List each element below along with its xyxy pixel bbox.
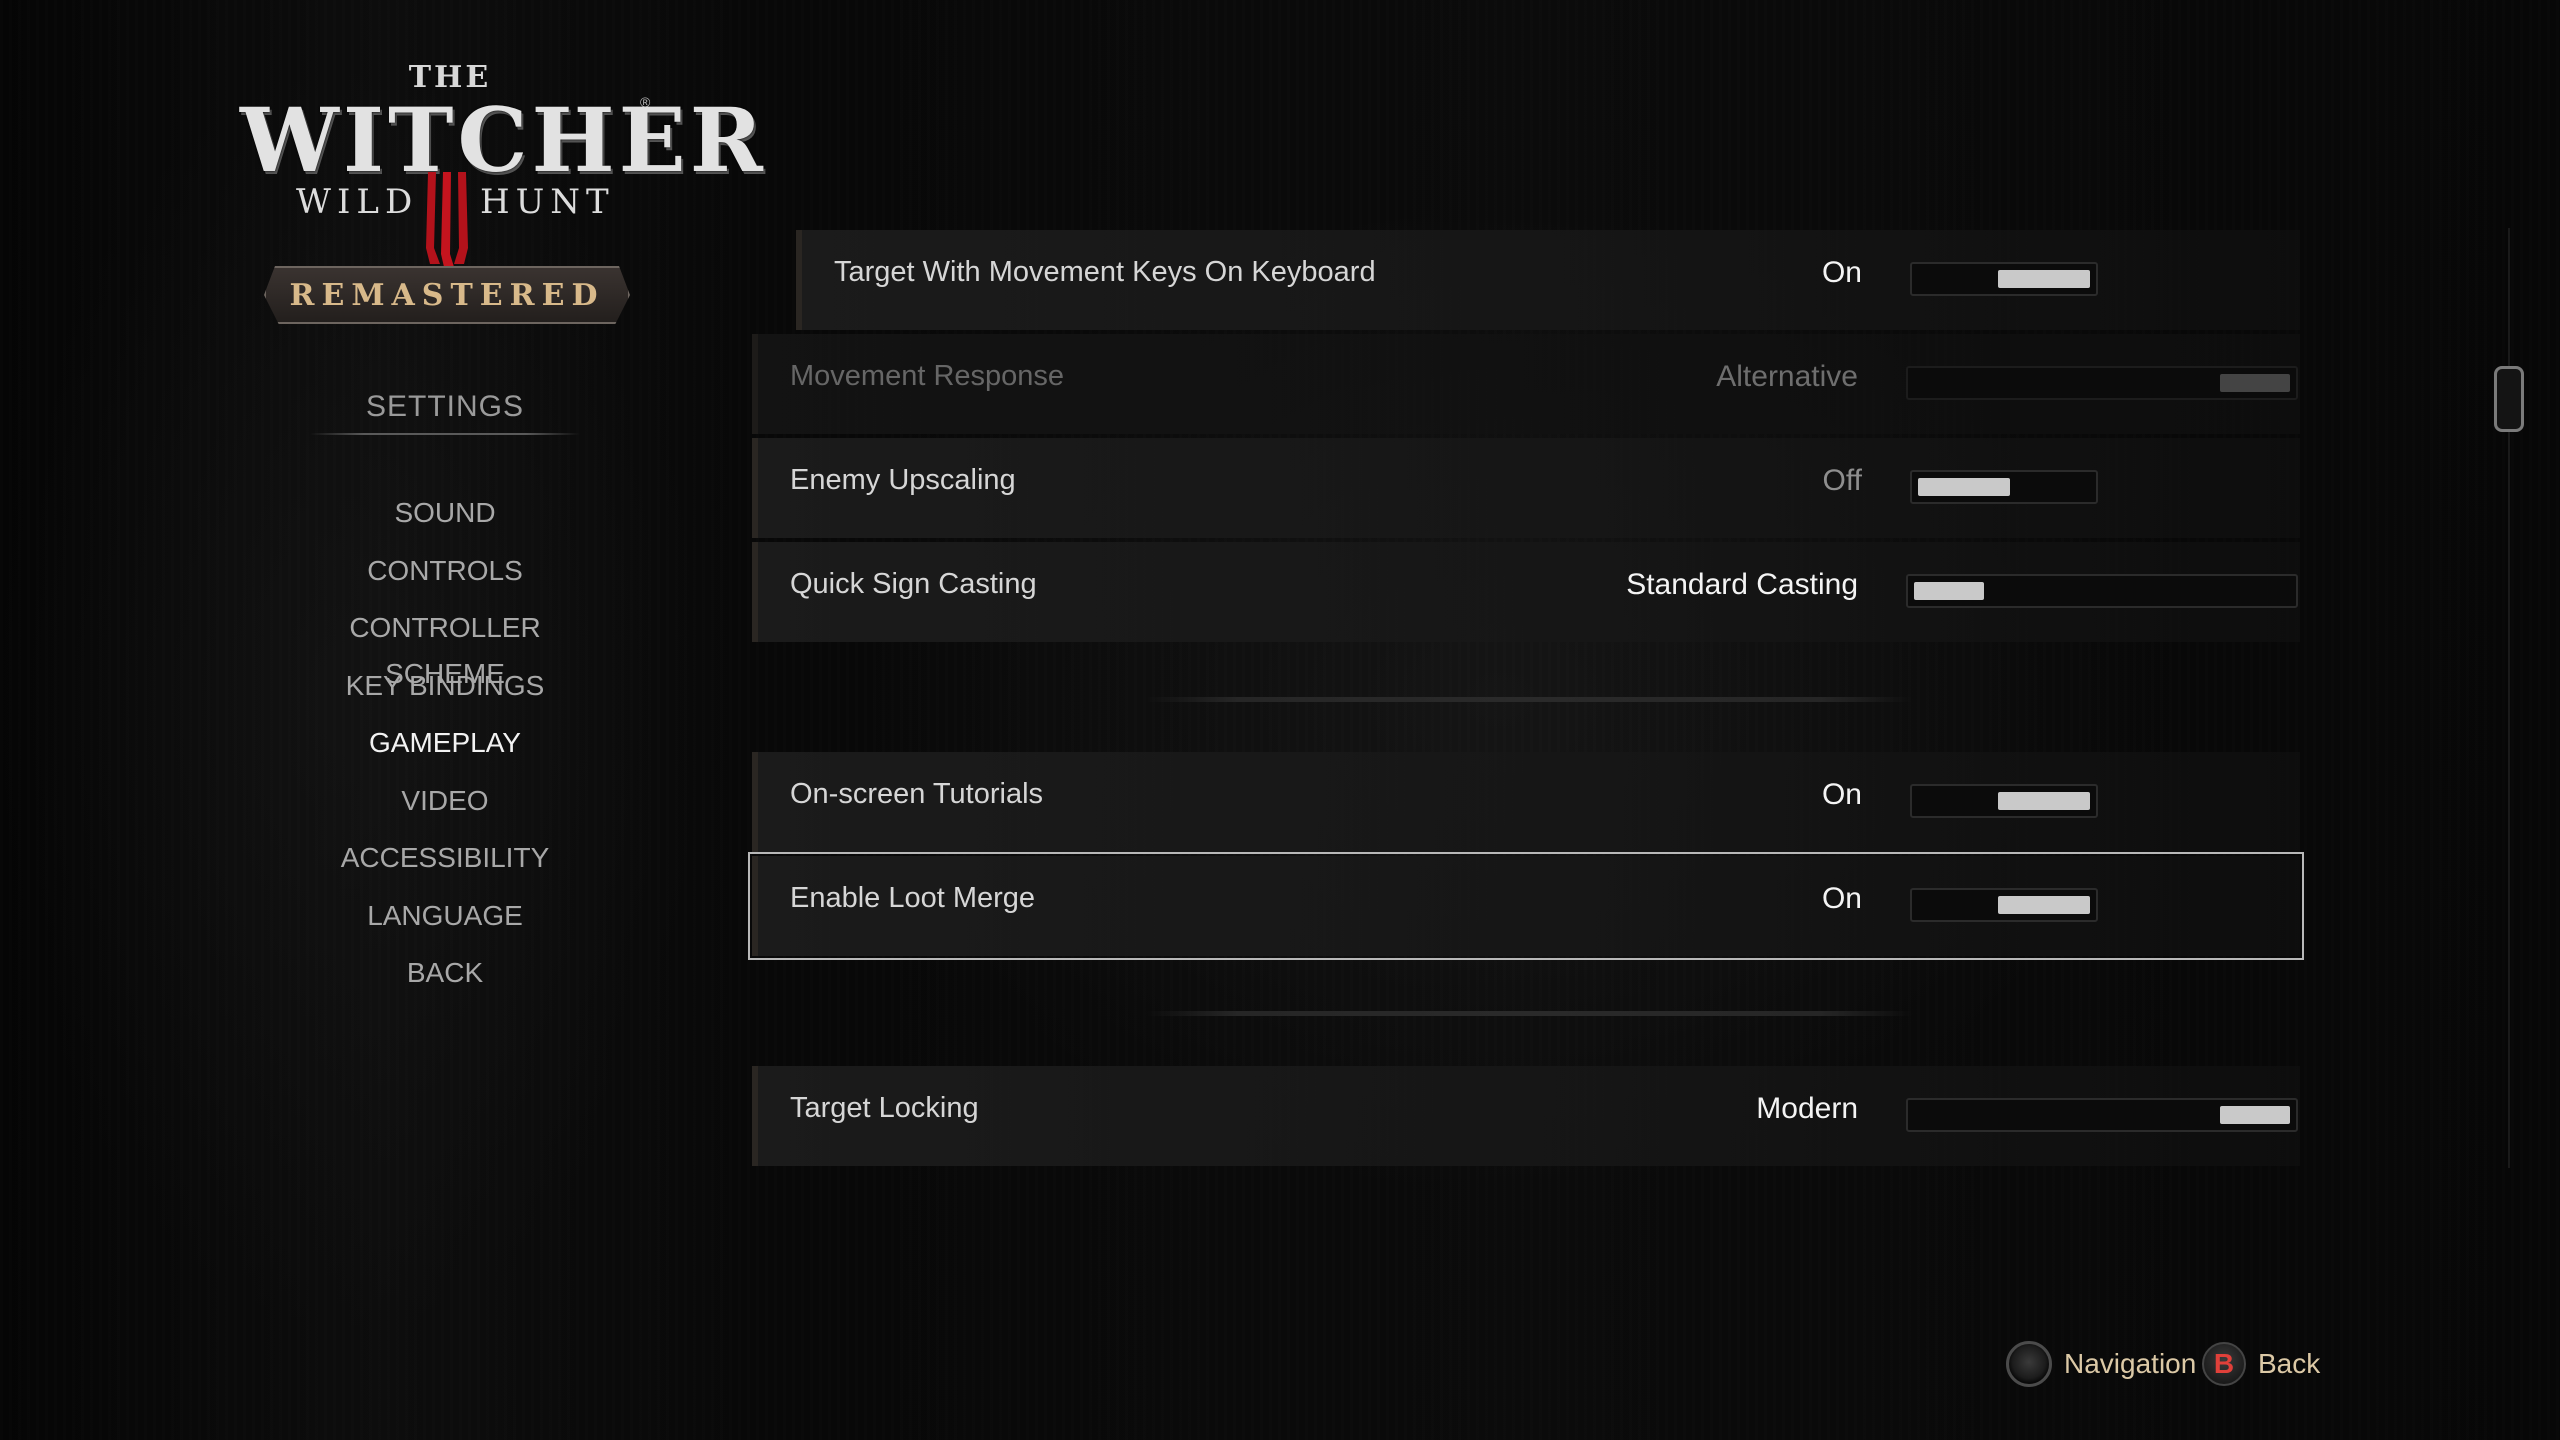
setting-toggle[interactable] [1910, 470, 2098, 504]
settings-screen: THE WITCHER ® WILD HUNT REMASTERED SETTI… [0, 0, 2560, 1440]
setting-label: On-screen Tutorials [790, 778, 1044, 810]
logo-wild: WILD [296, 182, 419, 222]
settings-menu: SOUND CONTROLS CONTROLLER SCHEME KEY BINDIN… [290, 490, 600, 1008]
left-stick-icon [2006, 1341, 2052, 1387]
menu-item-accessibility[interactable]: ACCESSIBILITY [290, 835, 600, 893]
menu-item-gameplay[interactable]: GAMEPLAY [290, 720, 600, 778]
setting-row-enable-loot-merge[interactable]: Enable Loot Merge On [748, 852, 2304, 960]
setting-toggle[interactable] [1910, 888, 2098, 922]
setting-row-target-locking[interactable]: Target Locking Modern [752, 1066, 2300, 1166]
slider-handle[interactable] [2220, 374, 2290, 392]
slider-handle[interactable] [1914, 582, 1984, 600]
logo-registered: ® [640, 94, 651, 110]
toggle-handle[interactable] [1998, 270, 2090, 288]
settings-title-underline [310, 433, 580, 435]
menu-item-video[interactable]: VIDEO [290, 778, 600, 836]
menu-item-sound[interactable]: SOUND [290, 490, 600, 548]
setting-value: Standard Casting [1626, 568, 1858, 601]
setting-slider[interactable] [1906, 1098, 2298, 1132]
menu-item-controller-scheme[interactable]: CONTROLLER SCHEME [290, 605, 600, 689]
logo-claw-mark-icon [426, 172, 468, 267]
setting-label: Movement Response [790, 360, 1065, 392]
setting-row-enemy-upscaling[interactable]: Enemy Upscaling Off [752, 438, 2300, 538]
setting-value: Off [1822, 464, 1862, 497]
toggle-handle[interactable] [1918, 478, 2010, 496]
setting-label: Target With Movement Keys On Keyboard [834, 256, 1376, 288]
setting-toggle[interactable] [1910, 784, 2098, 818]
settings-title: SETTINGS [365, 390, 524, 423]
back-hint-label: Back [2258, 1348, 2321, 1379]
toggle-handle[interactable] [1998, 792, 2090, 810]
setting-row-target-with-movement-keys-on-keyboard[interactable]: Target With Movement Keys On Keyboard On [796, 230, 2300, 330]
setting-label: Enemy Upscaling [790, 464, 1016, 496]
setting-slider[interactable] [1906, 366, 2298, 400]
setting-toggle[interactable] [1910, 262, 2098, 296]
b-button-icon: B [2202, 1342, 2246, 1386]
menu-item-language[interactable]: LANGUAGE [290, 893, 600, 951]
setting-label: Target Locking [790, 1092, 979, 1124]
navigation-hint[interactable]: Navigation [2006, 1338, 2196, 1390]
back-hint[interactable]: B Back [2202, 1338, 2320, 1390]
slider-handle[interactable] [2220, 1106, 2290, 1124]
setting-label: Enable Loot Merge [790, 882, 1036, 914]
setting-value: On [1821, 882, 1862, 915]
scrollbar-thumb[interactable] [2494, 366, 2524, 432]
setting-row-on-screen-tutorials[interactable]: On-screen Tutorials On [752, 752, 2300, 852]
navigation-hint-label: Navigation [2064, 1348, 2197, 1379]
setting-row-movement-response[interactable]: Movement Response Alternative [752, 334, 2300, 434]
setting-slider[interactable] [1906, 574, 2298, 608]
setting-label: Quick Sign Casting [790, 568, 1037, 600]
section-divider [1146, 1011, 1912, 1016]
toggle-handle[interactable] [1998, 896, 2090, 914]
menu-item-key-bindings[interactable]: KEY BINDINGS [290, 663, 600, 721]
section-divider [1146, 697, 1912, 702]
menu-item-controls[interactable]: CONTROLS [290, 548, 600, 606]
menu-item-back[interactable]: BACK [290, 950, 600, 1008]
setting-value: On [1821, 778, 1862, 811]
logo-remastered-banner: REMASTERED [264, 266, 630, 324]
setting-value: On [1821, 256, 1862, 289]
setting-value: Alternative [1716, 360, 1858, 393]
logo-remastered: REMASTERED [289, 277, 605, 313]
logo-hunt: HUNT [480, 182, 615, 222]
setting-row-quick-sign-casting[interactable]: Quick Sign Casting Standard Casting [752, 542, 2300, 642]
setting-value: Modern [1756, 1092, 1858, 1125]
game-logo: THE WITCHER ® WILD HUNT REMASTERED [240, 60, 763, 340]
